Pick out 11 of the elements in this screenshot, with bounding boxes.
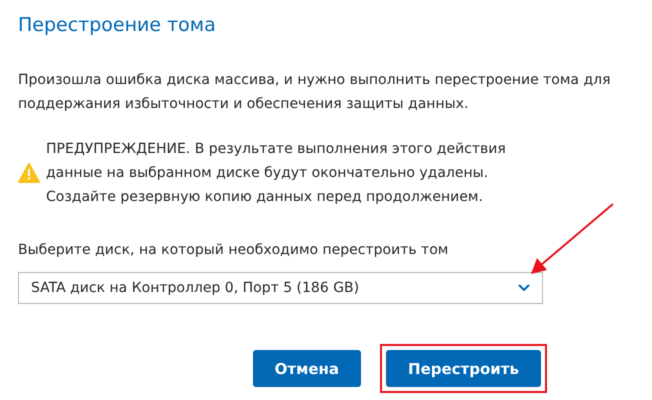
dialog-title: Перестроение тома (18, 13, 217, 38)
dialog-button[interactable]: Отмена (252, 350, 362, 387)
warning-text: ПРЕДУПРЕЖДЕНИЕ. В результате выполнения этого действия (46, 140, 506, 159)
disk-label: Выберите диск, на который необходимо перестроить том (18, 241, 450, 260)
dialog-button[interactable]: Перестроить (386, 350, 541, 387)
warning-icon (18, 163, 40, 183)
chevron-down-icon (518, 284, 530, 292)
warning-text: Создайте резервную копию данных перед продолжением. (46, 188, 484, 207)
warning-text: данные на выбранном диске будут окончательно удалены. (46, 164, 490, 183)
description-text: Произошла ошибка диска массива, и нужно выполнить перестроение тома для поддержания избыточности и обеспечения защиты данных. (18, 71, 612, 114)
disk-select[interactable]: SATA диск на Контроллер 0, Порт 5 (186 GB) (18, 272, 543, 304)
